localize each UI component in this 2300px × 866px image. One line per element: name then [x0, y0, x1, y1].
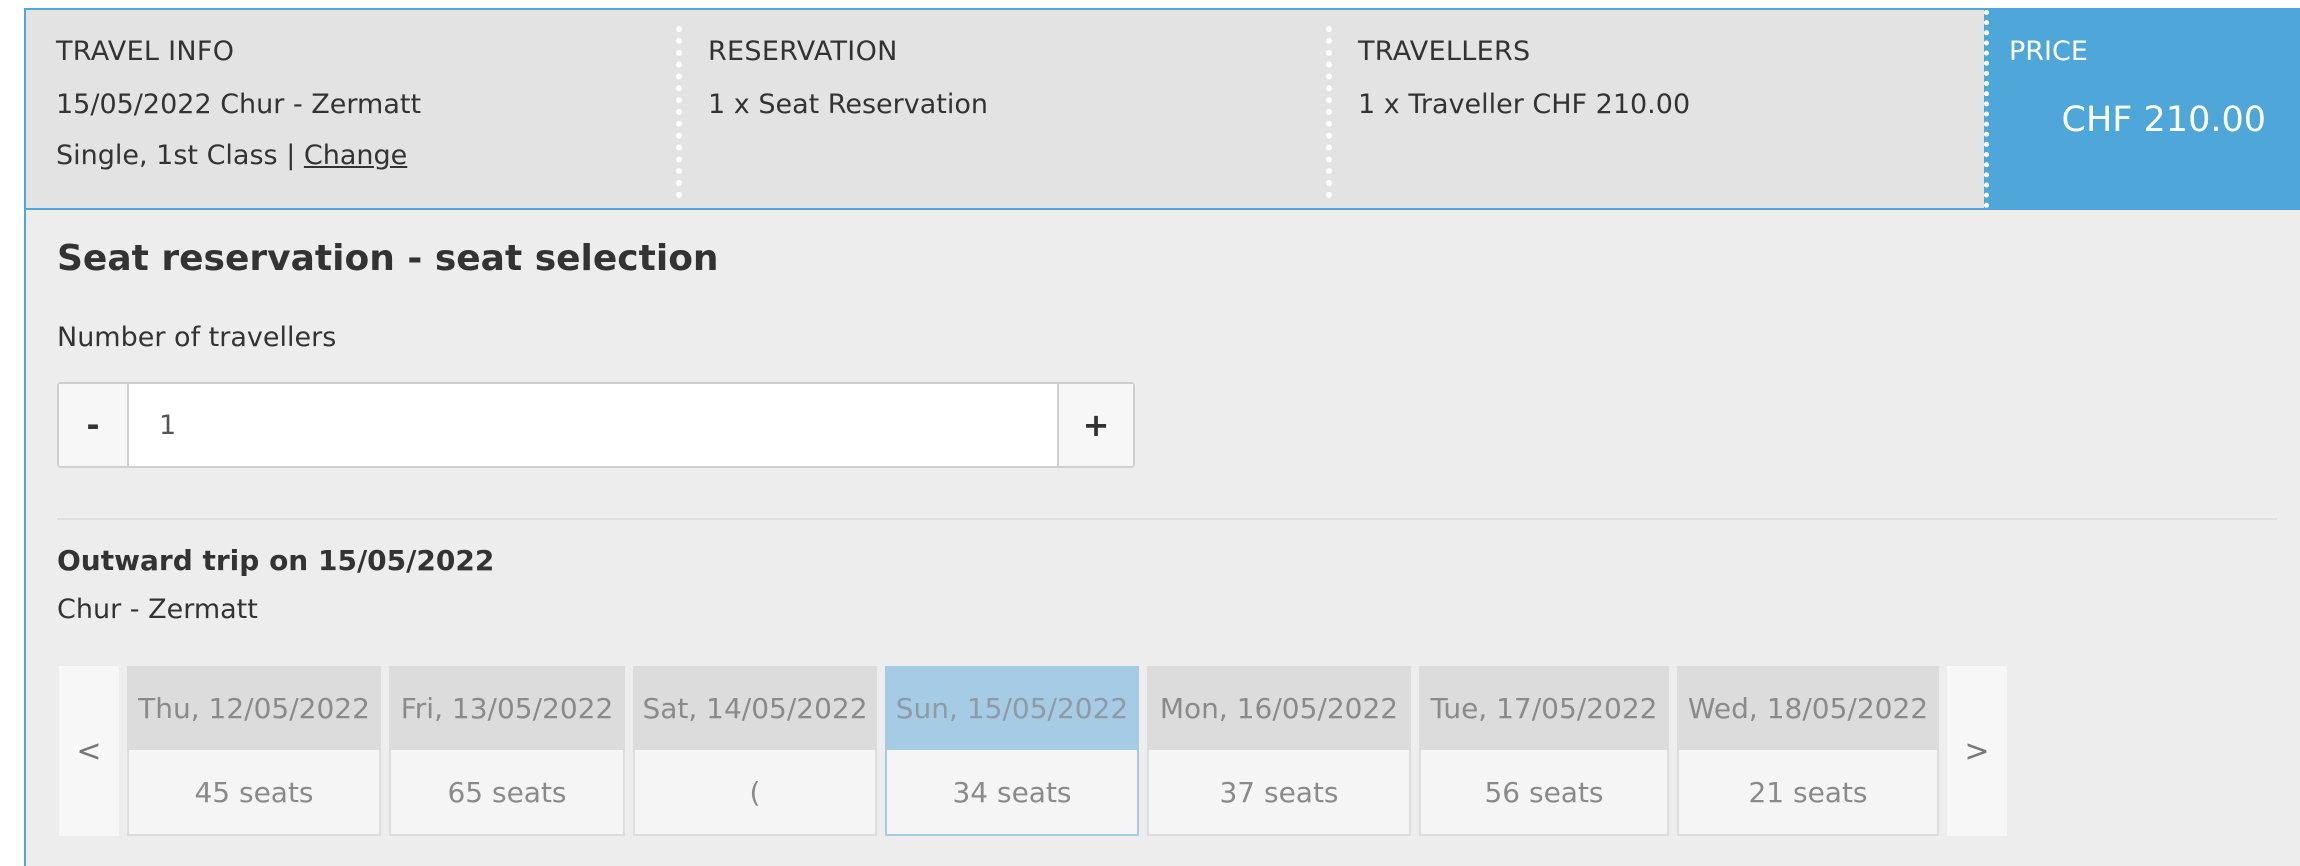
- travellers-count-input[interactable]: [129, 384, 1057, 466]
- previous-dates-button[interactable]: <: [59, 666, 119, 836]
- date-label: Sun, 15/05/2022: [885, 666, 1139, 750]
- date-label: Mon, 16/05/2022: [1147, 666, 1411, 750]
- price-total: CHF 210.00: [2061, 100, 2266, 140]
- date-label: Thu, 12/05/2022: [127, 666, 381, 750]
- seats-available: 37 seats: [1147, 750, 1411, 836]
- reservation-section: RESERVATION 1 x Seat Reservation: [678, 10, 1328, 208]
- travellers-line: 1 x Traveller CHF 210.00: [1358, 89, 1691, 120]
- travellers-heading: TRAVELLERS: [1358, 36, 1531, 67]
- trip-title: Outward trip on 15/05/2022: [57, 544, 495, 577]
- trip-route: Chur - Zermatt: [57, 594, 258, 625]
- seats-available: 45 seats: [127, 750, 381, 836]
- date-option[interactable]: Thu, 12/05/2022 45 seats: [127, 666, 381, 836]
- decrement-button[interactable]: -: [59, 384, 129, 466]
- price-heading: PRICE: [2009, 36, 2088, 67]
- date-option[interactable]: Fri, 13/05/2022 65 seats: [389, 666, 625, 836]
- date-label: Tue, 17/05/2022: [1419, 666, 1669, 750]
- date-option[interactable]: Sat, 14/05/2022 (: [633, 666, 877, 836]
- ticket-type: Single, 1st Class |: [56, 140, 304, 171]
- date-option[interactable]: Wed, 18/05/2022 21 seats: [1677, 666, 1939, 836]
- seat-selection-content: Seat reservation - seat selection Number…: [57, 238, 2277, 836]
- reservation-heading: RESERVATION: [708, 36, 898, 67]
- divider-line: [57, 518, 2277, 520]
- date-label: Wed, 18/05/2022: [1677, 666, 1939, 750]
- travel-info-section: TRAVEL INFO 15/05/2022 Chur - Zermatt Si…: [26, 10, 678, 208]
- travellers-count-label: Number of travellers: [57, 322, 337, 353]
- seats-available: 56 seats: [1419, 750, 1669, 836]
- travellers-section: TRAVELLERS 1 x Traveller CHF 210.00: [1328, 10, 1978, 208]
- date-label: Sat, 14/05/2022: [633, 666, 877, 750]
- reservation-line: 1 x Seat Reservation: [708, 89, 988, 120]
- date-option[interactable]: Mon, 16/05/2022 37 seats: [1147, 666, 1411, 836]
- travel-info-heading: TRAVEL INFO: [56, 36, 235, 67]
- date-label: Fri, 13/05/2022: [389, 666, 625, 750]
- date-carousel: < Thu, 12/05/2022 45 seats Fri, 13/05/20…: [59, 666, 2009, 836]
- ticket-type-line: Single, 1st Class | Change: [56, 140, 678, 171]
- date-option-selected[interactable]: Sun, 15/05/2022 34 seats: [885, 666, 1139, 836]
- booking-summary-bar: TRAVEL INFO 15/05/2022 Chur - Zermatt Si…: [26, 10, 2300, 210]
- next-dates-button[interactable]: >: [1947, 666, 2007, 836]
- date-option[interactable]: Tue, 17/05/2022 56 seats: [1419, 666, 1669, 836]
- seats-available: 34 seats: [885, 750, 1139, 836]
- seats-available: (: [633, 750, 877, 836]
- change-link[interactable]: Change: [304, 140, 407, 171]
- seats-available: 65 seats: [389, 750, 625, 836]
- booking-panel: TRAVEL INFO 15/05/2022 Chur - Zermatt Si…: [24, 8, 2300, 866]
- price-section: PRICE CHF 210.00: [1984, 10, 2300, 208]
- travel-date-route: 15/05/2022 Chur - Zermatt: [56, 89, 422, 120]
- seats-available: 21 seats: [1677, 750, 1939, 836]
- travellers-stepper: - +: [57, 382, 1135, 468]
- increment-button[interactable]: +: [1057, 384, 1133, 466]
- page-title: Seat reservation - seat selection: [57, 238, 719, 279]
